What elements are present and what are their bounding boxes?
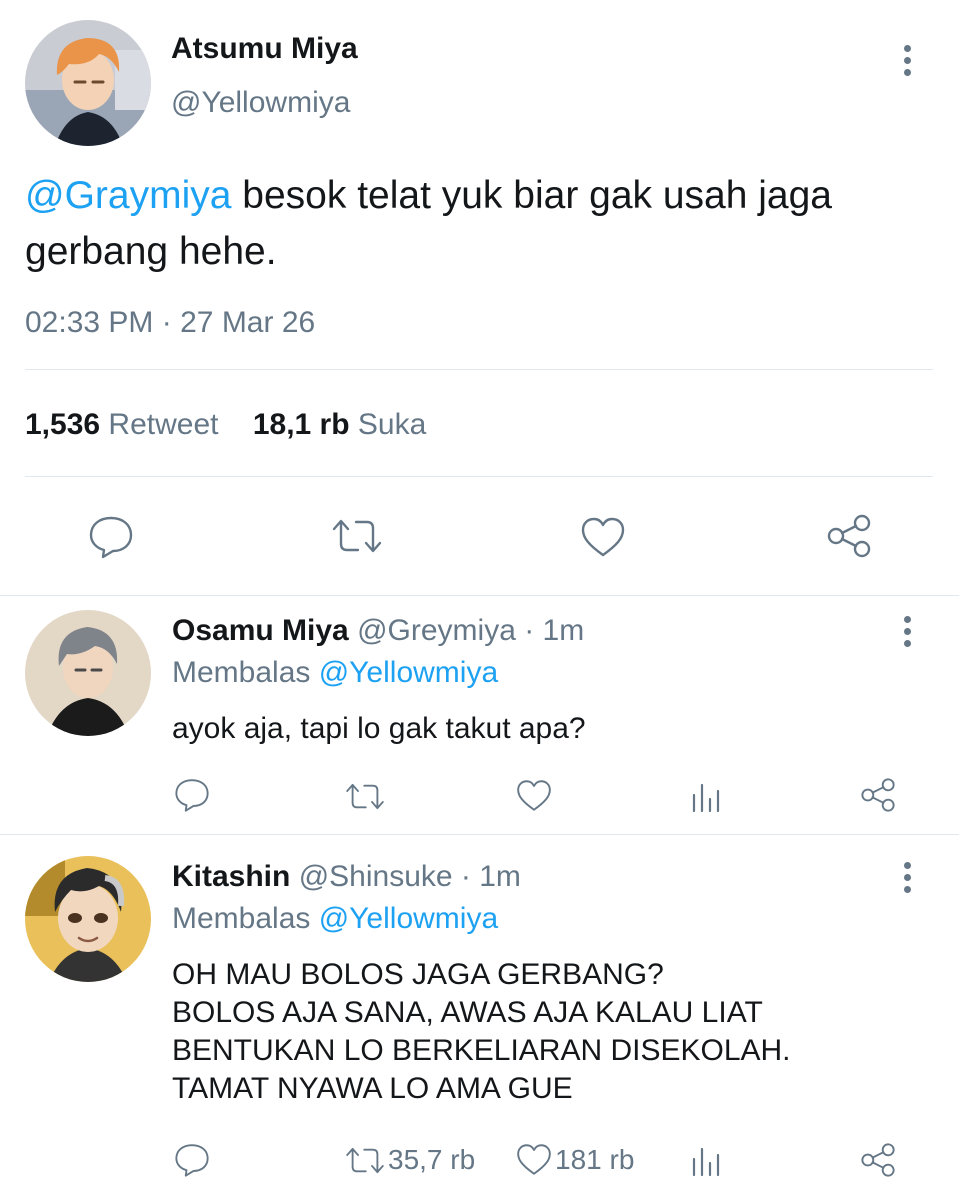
divider <box>25 369 933 370</box>
replying-to: Membalas @Yellowmiya <box>172 902 498 936</box>
retweet-icon[interactable] <box>330 516 384 556</box>
reply-text-line: BOLOS AJA SANA, AWAS AJA KALAU LIAT <box>172 996 763 1029</box>
like-label: Suka <box>357 408 427 441</box>
replying-prefix: Membalas <box>172 656 319 689</box>
reply-text-line: TAMAT NYAWA LO AMA GUE <box>172 1072 573 1105</box>
reply-author-name[interactable]: Kitashin <box>172 860 290 893</box>
retweet-icon[interactable] <box>344 781 386 812</box>
replying-to-link[interactable]: @Yellowmiya <box>319 902 498 935</box>
more-options-icon[interactable] <box>900 862 914 898</box>
retweet-icon <box>344 1145 386 1176</box>
analytics-icon[interactable] <box>690 1143 724 1177</box>
more-options-icon[interactable] <box>900 45 914 81</box>
divider <box>0 834 959 835</box>
tweet-time: 02:33 PM <box>25 306 154 339</box>
tweet-date: 27 Mar 26 <box>180 306 316 339</box>
retweet-button[interactable]: 35,7 rb <box>344 1144 475 1176</box>
tweet-timestamp: 02:33 PM · 27 Mar 26 <box>25 306 315 340</box>
main-tweet-text: @Graymiya besok telat yuk biar gak usah … <box>25 168 935 280</box>
divider <box>25 476 933 477</box>
share-icon[interactable] <box>859 1142 897 1178</box>
reply-text: OH MAU BOLOS JAGA GERBANG? BOLOS AJA SAN… <box>172 956 791 1108</box>
reply-author-handle[interactable]: @Greymiya <box>357 614 516 647</box>
share-icon[interactable] <box>859 777 897 813</box>
like-icon[interactable] <box>515 778 553 813</box>
kitashin-avatar[interactable] <box>25 856 151 982</box>
more-options-icon[interactable] <box>900 616 914 652</box>
mention-link[interactable]: @Graymiya <box>25 174 231 217</box>
like-button[interactable]: 181 rb <box>515 1142 634 1177</box>
reply-age: · 1m <box>460 860 521 893</box>
reply-text: ayok aja, tapi lo gak takut apa? <box>172 712 586 745</box>
retweet-count: 35,7 rb <box>388 1144 476 1175</box>
analytics-icon[interactable] <box>690 779 724 813</box>
reply-header: Osamu Miya @Greymiya · 1m <box>172 614 584 648</box>
reply-text-line: BENTUKAN LO BERKELIARAN DISEKOLAH. <box>172 1034 791 1067</box>
like-count: 181 rb <box>555 1143 635 1175</box>
reply-age: · 1m <box>524 614 585 647</box>
osamu-avatar[interactable] <box>25 610 151 736</box>
reply-author-handle[interactable]: @Shinsuke <box>299 860 453 893</box>
divider <box>0 595 959 596</box>
like-stat[interactable]: 18,1 rb Suka <box>253 408 426 441</box>
reply-icon[interactable] <box>173 777 211 813</box>
like-icon <box>515 1142 553 1177</box>
share-icon[interactable] <box>825 513 873 559</box>
reply-text-line: OH MAU BOLOS JAGA GERBANG? <box>172 958 664 991</box>
replying-to-link[interactable]: @Yellowmiya <box>319 656 498 689</box>
replying-prefix: Membalas <box>172 902 319 935</box>
main-author-handle[interactable]: @Yellowmiya <box>171 86 350 120</box>
reply-author-name[interactable]: Osamu Miya <box>172 614 349 647</box>
main-author-name[interactable]: Atsumu Miya <box>171 32 358 66</box>
like-icon[interactable] <box>579 515 627 559</box>
retweet-stat[interactable]: 1,536 Retweet <box>25 408 227 441</box>
reply-header: Kitashin @Shinsuke · 1m <box>172 860 521 894</box>
reply-icon[interactable] <box>87 514 135 560</box>
timestamp-separator: · <box>161 306 172 339</box>
reply-icon[interactable] <box>173 1142 211 1178</box>
retweet-label: Retweet <box>108 408 219 441</box>
replying-to: Membalas @Yellowmiya <box>172 656 498 690</box>
like-count: 18,1 rb <box>252 408 350 441</box>
atsumu-avatar[interactable] <box>25 20 151 146</box>
retweet-count: 1,536 <box>25 408 101 441</box>
tweet-stats: 1,536 Retweet 18,1 rb Suka <box>25 408 426 442</box>
